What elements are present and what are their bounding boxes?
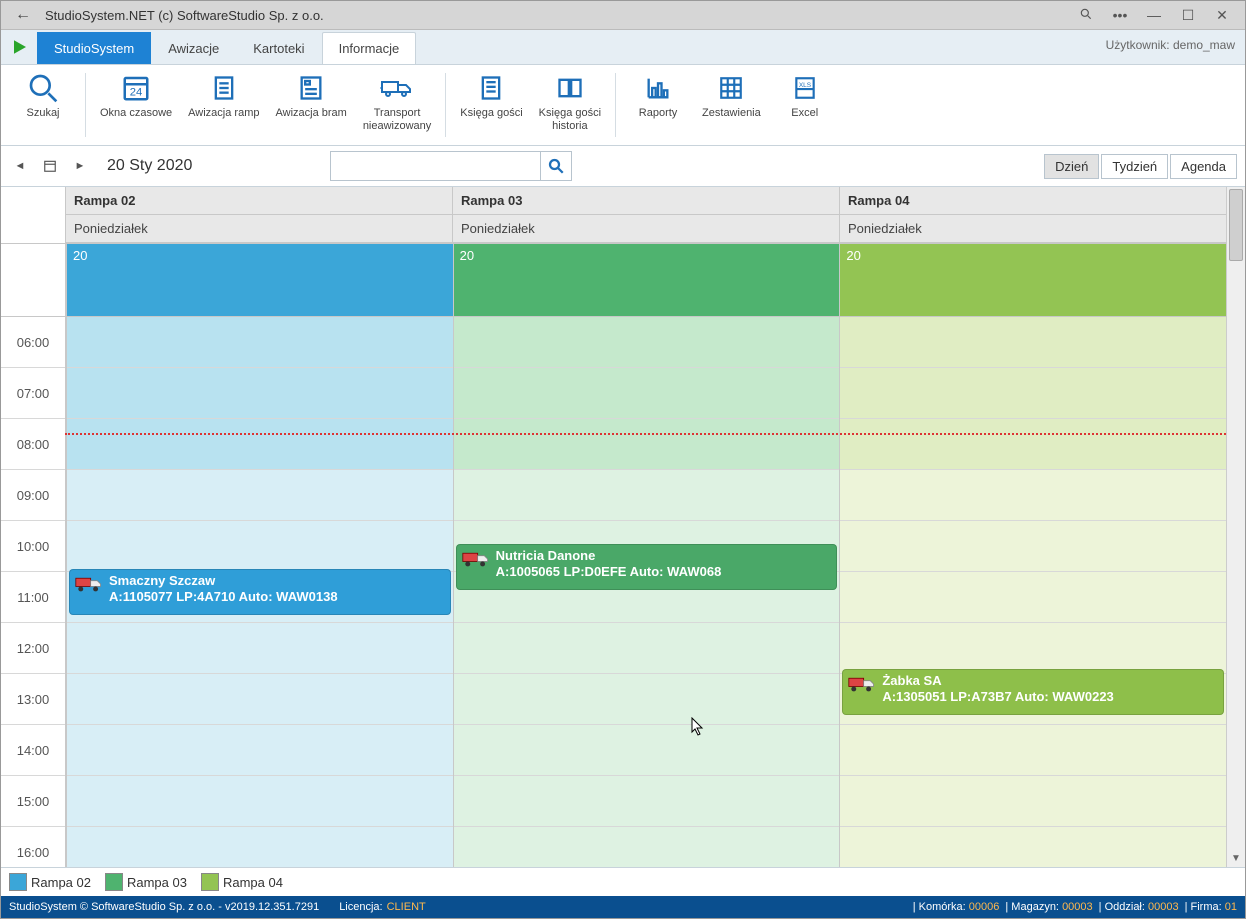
play-button[interactable] — [7, 34, 33, 60]
svg-text:XLS: XLS — [799, 82, 812, 89]
time-label: 15:00 — [1, 776, 65, 827]
datebar: ◄ ► 20 Sty 2020 Dzień Tydzień Agenda — [1, 146, 1245, 187]
tab-studiosystem[interactable]: StudioSystem — [37, 32, 151, 64]
legend-item: Rampa 02 — [9, 873, 91, 891]
document-icon — [210, 71, 238, 105]
appointment[interactable]: Smaczny SzczawA:1105077 LP:4A710 Auto: W… — [69, 569, 451, 615]
ribbon: Szukaj 24Okna czasowe Awizacja ramp Awiz… — [1, 65, 1245, 146]
time-label: 07:00 — [1, 368, 65, 419]
column-header: Rampa 02Poniedziałek — [65, 187, 452, 243]
status-copyright: StudioSystem © SoftwareStudio Sp. z o.o.… — [9, 901, 319, 913]
user-label: Użytkownik: demo_maw — [1106, 38, 1235, 52]
search-input[interactable] — [331, 159, 540, 174]
titlebar: ← StudioSystem.NET (c) SoftwareStudio Sp… — [1, 1, 1245, 30]
day-column[interactable]: Żabka SAA:1305051 LP:A73B7 Auto: WAW0223 — [839, 317, 1226, 867]
maximize-button[interactable]: ☐ — [1171, 7, 1205, 24]
time-label: 14:00 — [1, 725, 65, 776]
search-submit[interactable] — [540, 152, 571, 180]
time-label: 16:00 — [1, 827, 65, 867]
more-icon[interactable]: ••• — [1103, 7, 1137, 23]
truck-icon — [380, 71, 414, 105]
next-button[interactable]: ► — [69, 155, 91, 177]
close-button[interactable]: ✕ — [1205, 7, 1239, 24]
day-column[interactable]: Smaczny SzczawA:1105077 LP:4A710 Auto: W… — [66, 317, 453, 867]
grid-icon — [718, 71, 744, 105]
search-box[interactable] — [330, 151, 572, 181]
ribbon-gate-advice[interactable]: Awizacja bram — [267, 69, 354, 141]
day-column[interactable]: Nutricia DanoneA:1005065 LP:D0EFE Auto: … — [453, 317, 840, 867]
window-title: StudioSystem.NET (c) SoftwareStudio Sp. … — [39, 8, 324, 23]
chart-icon — [644, 71, 672, 105]
statusbar: StudioSystem © SoftwareStudio Sp. z o.o.… — [1, 896, 1245, 918]
status-licence-label: Licencja: — [339, 901, 382, 913]
ribbon-guestbook[interactable]: Księga gości — [452, 69, 530, 141]
appointment[interactable]: Żabka SAA:1305051 LP:A73B7 Auto: WAW0223 — [842, 669, 1224, 715]
now-indicator — [65, 433, 1226, 435]
calendar-picker[interactable] — [39, 155, 61, 177]
view-week[interactable]: Tydzień — [1101, 154, 1168, 179]
view-day[interactable]: Dzień — [1044, 154, 1099, 179]
tab-informacje[interactable]: Informacje — [322, 32, 417, 64]
notebook-icon — [477, 71, 505, 105]
ribbon-search[interactable]: Szukaj — [7, 69, 79, 141]
ribbon-lists[interactable]: Zestawienia — [694, 69, 769, 141]
ribbon-ramp-advice[interactable]: Awizacja ramp — [180, 69, 267, 141]
ribbon-guestbook-history[interactable]: Księga gości historia — [531, 69, 609, 141]
status-licence: CLIENT — [387, 901, 426, 913]
time-label: 12:00 — [1, 623, 65, 674]
scroll-thumb[interactable] — [1229, 189, 1243, 261]
allday-cell[interactable]: 20 — [839, 244, 1226, 316]
form-icon — [297, 71, 325, 105]
allday-cell[interactable]: 20 — [66, 244, 453, 316]
excel-icon: XLS — [792, 71, 818, 105]
ribbon-reports[interactable]: Raporty — [622, 69, 694, 141]
search-icon — [27, 71, 59, 105]
scroll-down[interactable]: ▼ — [1227, 849, 1245, 867]
ribbon-time-windows[interactable]: 24Okna czasowe — [92, 69, 180, 141]
back-button[interactable]: ← — [7, 6, 39, 24]
minimize-button[interactable]: — — [1137, 7, 1171, 23]
time-label: 08:00 — [1, 419, 65, 470]
vertical-scrollbar[interactable]: ▲ ▼ — [1226, 187, 1245, 867]
time-label: 06:00 — [1, 317, 65, 368]
tab-awizacje[interactable]: Awizacje — [151, 32, 236, 64]
prev-button[interactable]: ◄ — [9, 155, 31, 177]
appointment[interactable]: Nutricia DanoneA:1005065 LP:D0EFE Auto: … — [456, 544, 838, 590]
ribbon-excel[interactable]: XLSExcel — [769, 69, 841, 141]
time-label: 10:00 — [1, 521, 65, 572]
current-date: 20 Sty 2020 — [107, 157, 192, 175]
legend-item: Rampa 04 — [201, 873, 283, 891]
time-label: 09:00 — [1, 470, 65, 521]
column-header: Rampa 04Poniedziałek — [839, 187, 1226, 243]
legend: Rampa 02 Rampa 03 Rampa 04 — [1, 867, 1245, 896]
column-header: Rampa 03Poniedziałek — [452, 187, 839, 243]
view-agenda[interactable]: Agenda — [1170, 154, 1237, 179]
allday-cell[interactable]: 20 — [453, 244, 840, 316]
time-grid[interactable]: 06:0007:0008:0009:0010:0011:0012:0013:00… — [1, 317, 1226, 867]
allday-row: 202020 — [1, 244, 1226, 317]
tab-kartoteki[interactable]: Kartoteki — [236, 32, 321, 64]
book-icon — [555, 71, 585, 105]
ribbon-transport[interactable]: Transport nieawizowany — [355, 69, 439, 141]
search-small-icon[interactable] — [1069, 7, 1103, 24]
time-label: 13:00 — [1, 674, 65, 725]
column-headers: Rampa 02PoniedziałekRampa 03Poniedziałek… — [1, 187, 1226, 244]
svg-text:24: 24 — [130, 87, 143, 99]
menubar: StudioSystem Awizacje Kartoteki Informac… — [1, 30, 1245, 65]
calendar-icon: 24 — [121, 71, 151, 105]
legend-item: Rampa 03 — [105, 873, 187, 891]
time-label: 11:00 — [1, 572, 65, 623]
